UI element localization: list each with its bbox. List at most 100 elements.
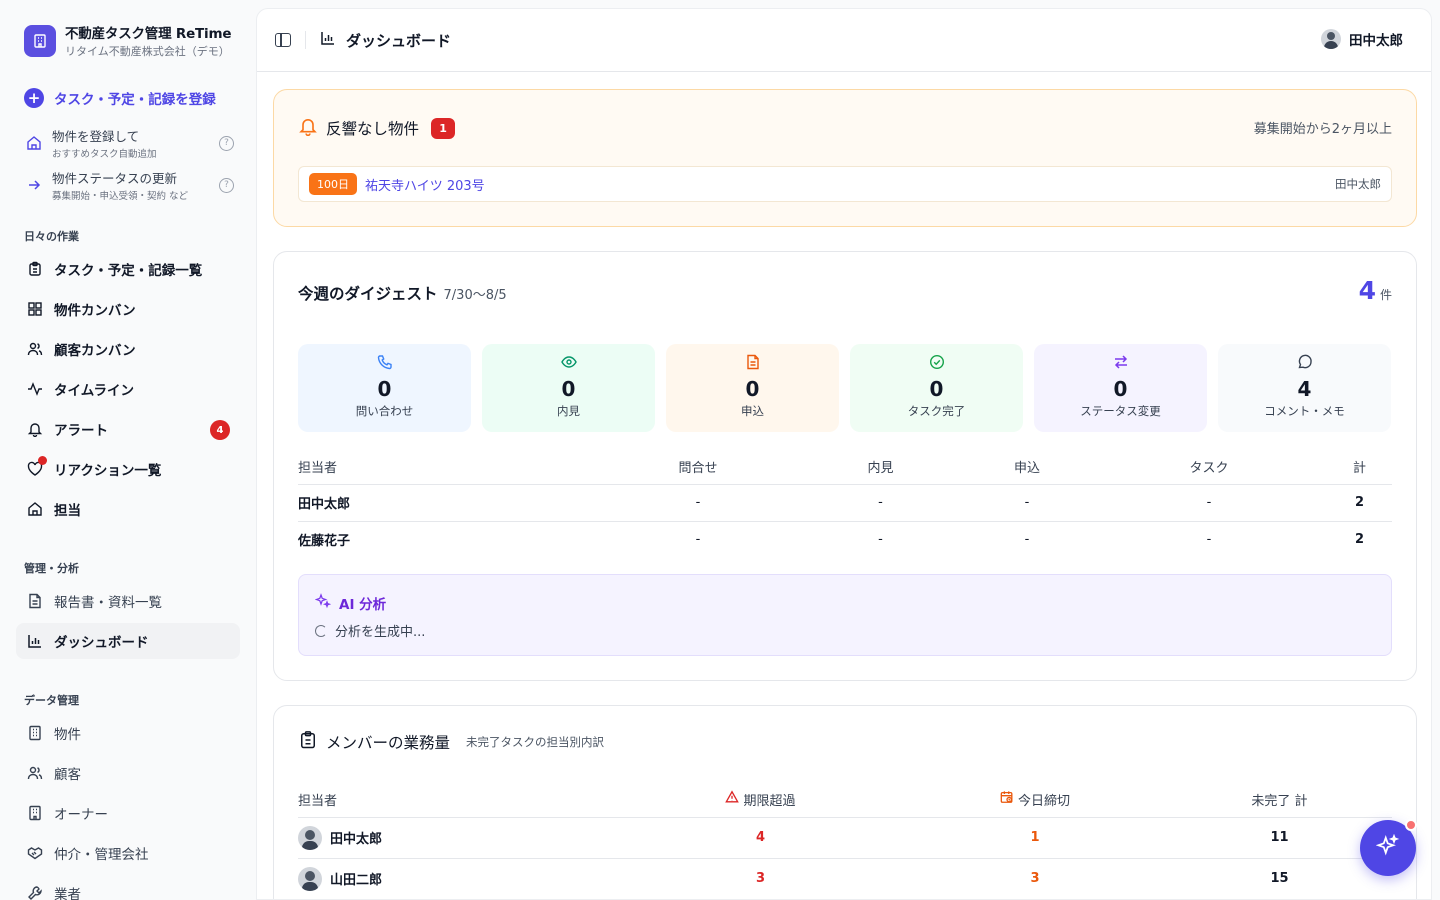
tile-status-changes[interactable]: 0 ステータス変更 xyxy=(1034,344,1207,432)
table-cell: - xyxy=(1206,532,1212,548)
alert-title: 反響なし物件 xyxy=(326,120,420,138)
tile-tasks-done[interactable]: 0 タスク完了 xyxy=(850,344,1023,432)
table-cell: - xyxy=(1024,532,1030,548)
tile-viewings[interactable]: 0 内見 xyxy=(482,344,655,432)
bar-chart-icon xyxy=(320,30,336,50)
nav-owners[interactable]: オーナー xyxy=(16,795,240,831)
nav-brokers[interactable]: 仲介・管理会社 xyxy=(16,835,240,871)
update-status-button[interactable]: 物件ステータスの更新 募集開始・申込受領・契約 など ? xyxy=(24,168,234,202)
ai-assistant-button[interactable] xyxy=(1360,819,1417,876)
users-icon xyxy=(26,764,44,782)
nav-label: タイムライン xyxy=(54,383,135,399)
eye-icon xyxy=(560,354,577,374)
alert-property-row[interactable]: 100日 祐天寺ハイツ 203号 田中太郎 xyxy=(298,166,1392,202)
table-row[interactable]: 山田二郎 3 3 15 xyxy=(298,858,1392,899)
register-task-button[interactable]: + タスク・予定・記録を登録 xyxy=(24,88,216,108)
table-cell: 15 xyxy=(1167,858,1392,899)
help-icon[interactable]: ? xyxy=(219,177,234,193)
sparkles-icon xyxy=(314,593,332,613)
table-cell: 2 xyxy=(1327,484,1392,522)
section-daily: 日々の作業 xyxy=(24,230,79,243)
nav-dashboard[interactable]: ダッシュボード xyxy=(16,623,240,659)
tile-value: 0 xyxy=(929,377,944,401)
nav-customer-kanban[interactable]: 顧客カンバン xyxy=(16,331,240,367)
nav-label: リアクション一覧 xyxy=(54,463,162,479)
tile-comments[interactable]: 4 コメント・メモ xyxy=(1218,344,1391,432)
nav-property-kanban[interactable]: 物件カンバン xyxy=(16,291,240,327)
brand-subtitle: リタイム不動産株式会社（デモ） xyxy=(65,45,230,58)
tile-applications[interactable]: 0 申込 xyxy=(666,344,839,432)
nav-properties[interactable]: 物件 xyxy=(16,715,240,751)
table-cell: - xyxy=(695,532,701,548)
digest-tiles: 0 問い合わせ 0 内見 0 申込 0 タスク完了 0 ステータス変更 4 コメ… xyxy=(298,344,1391,432)
tile-label: 申込 xyxy=(741,404,764,418)
document-icon xyxy=(745,354,761,374)
register-property-label: 物件を登録して xyxy=(52,129,140,144)
nav-label: ダッシュボード xyxy=(54,635,149,651)
building-icon xyxy=(26,804,44,822)
user-menu[interactable]: 田中太郎 xyxy=(1321,29,1403,49)
table-row[interactable]: 田中太郎 4 1 11 xyxy=(298,817,1392,859)
tile-value: 0 xyxy=(745,377,760,401)
sparkles-icon xyxy=(1375,833,1400,862)
loading-spinner-icon xyxy=(315,624,327,637)
heart-icon xyxy=(26,456,47,478)
nav-reports[interactable]: 報告書・資料一覧 xyxy=(16,583,240,619)
nav-label: 報告書・資料一覧 xyxy=(54,595,162,611)
clipboard-icon xyxy=(298,730,318,754)
table-row: 田中太郎 - - - - 2 xyxy=(298,484,1392,522)
nav-label: 仲介・管理会社 xyxy=(54,847,149,863)
nav-label: 業者 xyxy=(54,887,81,900)
alert-count-badge: 4 xyxy=(210,420,230,440)
nav-assignee[interactable]: 担当 xyxy=(16,491,240,527)
table-cell: - xyxy=(598,484,798,522)
nav-customers[interactable]: 顧客 xyxy=(16,755,240,791)
table-cell: 佐藤花子 xyxy=(298,534,351,550)
tile-value: 0 xyxy=(561,377,576,401)
column-header-label: 今日締切 xyxy=(1017,793,1070,809)
sidebar-toggle-icon[interactable] xyxy=(275,33,291,47)
nav-label: タスク・予定・記録一覧 xyxy=(54,263,203,279)
member-name: 山田二郎 xyxy=(330,873,383,888)
column-header: 申込 xyxy=(963,450,1091,485)
nav-reactions[interactable]: リアクション一覧 xyxy=(16,451,240,487)
brand-title: 不動産タスク管理 ReTime xyxy=(65,26,232,42)
alert-count-badge: 1 xyxy=(431,117,456,139)
help-icon[interactable]: ? xyxy=(219,135,234,151)
register-property-sub: おすすめタスク自動追加 xyxy=(52,149,157,160)
brand[interactable]: 不動産タスク管理 ReTime リタイム不動産株式会社（デモ） xyxy=(24,22,240,59)
clipboard-icon xyxy=(26,260,44,278)
nav-alerts[interactable]: アラート 4 xyxy=(16,411,240,447)
workload-table: 担当者 期限超過 今日締切 未完了 計 田中太郎 4 1 11 山田二郎 3 3… xyxy=(298,782,1392,899)
column-header: 未完了 計 xyxy=(1167,782,1392,818)
register-property-button[interactable]: 物件を登録して おすすめタスク自動追加 ? xyxy=(24,126,234,160)
digest-range: 7/30〜8/5 xyxy=(443,288,507,303)
table-cell: 4 xyxy=(618,817,903,859)
digest-total-unit: 件 xyxy=(1379,288,1392,302)
table-header: 担当者 期限超過 今日締切 未完了 計 xyxy=(298,782,1392,818)
nav-vendors[interactable]: 業者 xyxy=(16,875,240,900)
users-icon xyxy=(26,340,44,358)
column-header: 期限超過 xyxy=(618,782,903,818)
property-link[interactable]: 祐天寺ハイツ 203号 xyxy=(365,175,485,194)
update-status-sub: 募集開始・申込受領・契約 など xyxy=(52,191,189,202)
tile-label: コメント・メモ xyxy=(1264,404,1345,418)
column-header: 今日締切 xyxy=(903,782,1167,818)
nav-task-list[interactable]: タスク・予定・記録一覧 xyxy=(16,251,240,287)
avatar xyxy=(298,866,322,891)
column-header-label: 期限超過 xyxy=(743,793,796,809)
table-cell: - xyxy=(878,532,883,548)
nav-timeline[interactable]: タイムライン xyxy=(16,371,240,407)
nav-label: オーナー xyxy=(54,807,108,823)
tile-value: 0 xyxy=(1113,377,1128,401)
table-cell: - xyxy=(963,484,1091,522)
workload-subtitle: 未完了タスクの担当別内訳 xyxy=(466,735,605,749)
column-header: タスク xyxy=(1091,450,1327,485)
digest-total: 4 件 xyxy=(1359,276,1392,305)
tile-inquiries[interactable]: 0 問い合わせ xyxy=(298,344,471,432)
table-cell: 1 xyxy=(903,817,1167,859)
days-badge: 100日 xyxy=(309,173,357,195)
bar-chart-icon xyxy=(26,632,44,650)
warning-icon xyxy=(725,790,740,808)
table-header: 担当者 問合せ 内見 申込 タスク 計 xyxy=(298,450,1392,485)
